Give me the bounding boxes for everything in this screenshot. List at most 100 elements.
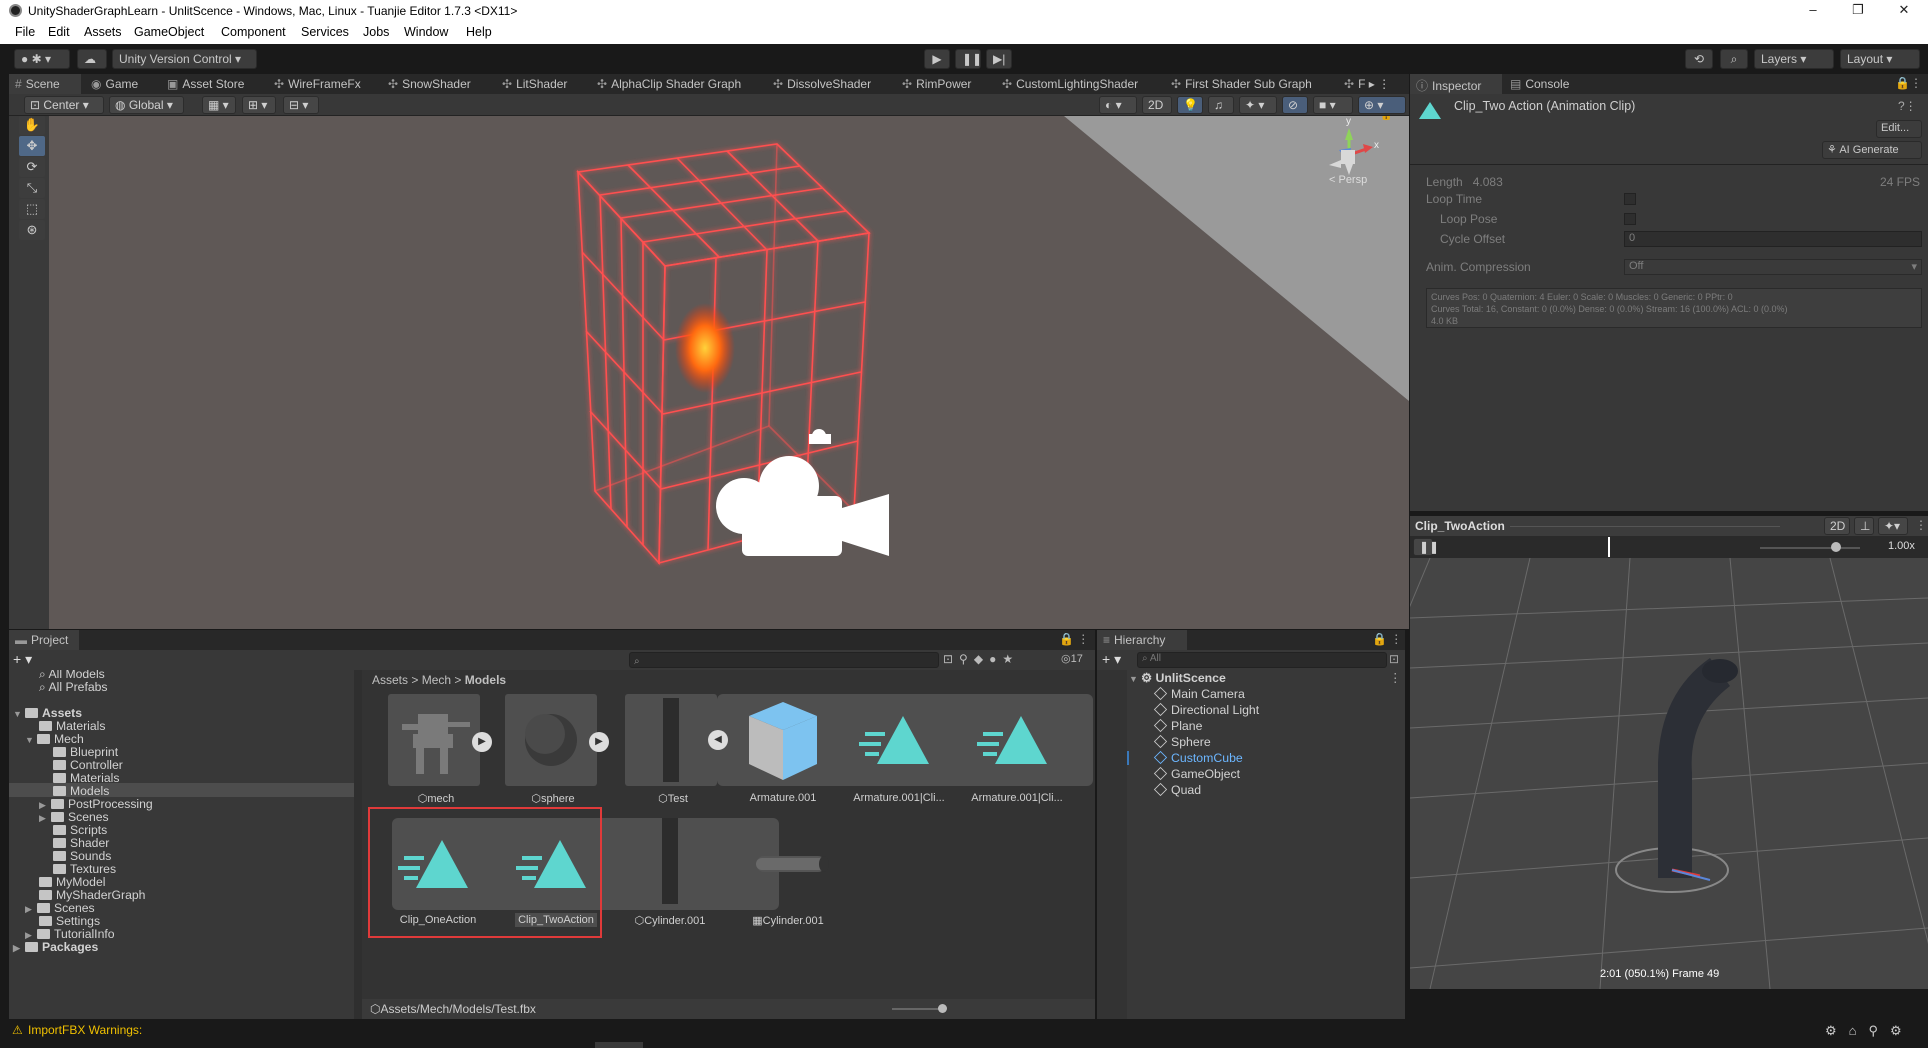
status-warning-text[interactable]: ImportFBX Warnings: [28, 1023, 142, 1037]
inspector-lock-icon[interactable]: 🔒⋮ [1895, 76, 1922, 90]
tree-all-prefabs[interactable]: ⌕ All Prefabs [39, 680, 107, 695]
tab-game[interactable]: ◉ Game [91, 74, 138, 94]
breadcrumb-assets[interactable]: Assets [372, 673, 408, 687]
project-filter-icons[interactable]: ⊡⚲◆●★ [943, 652, 1019, 666]
minimize-button[interactable]: – [1803, 2, 1823, 18]
speed-slider[interactable] [1760, 547, 1860, 549]
menu-services[interactable]: Services [301, 25, 349, 39]
effects-icon[interactable]: ✦ ▾ [1239, 96, 1277, 114]
tree-models[interactable]: Models [53, 784, 109, 798]
asset-armature-clip2[interactable] [971, 694, 1063, 786]
menu-component[interactable]: Component [221, 25, 286, 39]
create-button[interactable]: + ▾ [13, 651, 32, 668]
tree-assets[interactable]: ▼ Assets [13, 706, 82, 720]
tab-wireframefx[interactable]: ✣ WireFrameFx [274, 74, 361, 94]
help-icon[interactable]: ?⋮ [1898, 99, 1917, 113]
tree-sounds[interactable]: Sounds [53, 849, 111, 863]
anim-compression-dropdown[interactable]: Off ▾ [1624, 259, 1922, 275]
hand-tool-icon[interactable]: ✋ [19, 116, 45, 135]
status-icons[interactable]: ⚙⌂⚲⚙ [1825, 1023, 1914, 1039]
tree-tutorialinfo[interactable]: ▶ TutorialInfo [25, 927, 115, 941]
cycle-offset-field[interactable]: 0 [1624, 231, 1922, 247]
tab-rimpower[interactable]: ✣ RimPower [902, 74, 971, 94]
search-icon[interactable]: ⌕ [1720, 49, 1748, 69]
tab-litshader[interactable]: ✣ LitShader [502, 74, 567, 94]
step-button[interactable]: ▶| [986, 49, 1012, 69]
play-button[interactable]: ▶ [924, 49, 950, 69]
menu-help[interactable]: Help [466, 25, 492, 39]
tab-inspector[interactable]: ⓘ Inspector [1410, 74, 1502, 94]
edit-button[interactable]: Edit... [1876, 120, 1922, 138]
tab-alphaclip[interactable]: ✣ AlphaClip Shader Graph [597, 74, 741, 94]
asset-sphere[interactable]: ▶ [505, 694, 609, 786]
scale-tool-icon[interactable]: ⤡ [19, 178, 45, 198]
menu-file[interactable]: File [15, 25, 35, 39]
asset-cylinder-mesh[interactable] [624, 818, 716, 910]
tree-packages[interactable]: ▶ Packages [13, 940, 98, 954]
persp-label[interactable]: < Persp [1329, 174, 1367, 186]
lighting-icon[interactable]: 💡 [1177, 96, 1203, 114]
menu-assets[interactable]: Assets [84, 25, 122, 39]
tree-materials[interactable]: Materials [39, 719, 105, 733]
menu-jobs[interactable]: Jobs [363, 25, 389, 39]
expand-sphere-button[interactable]: ▶ [589, 732, 609, 752]
tab-snowshader[interactable]: ✣ SnowShader [388, 74, 471, 94]
maximize-button[interactable]: ❐ [1848, 2, 1868, 18]
rotate-tool-icon[interactable]: ⟳ [19, 157, 45, 177]
tab-customlighting[interactable]: ✣ CustomLightingShader [1002, 74, 1138, 94]
loop-pose-checkbox[interactable] [1624, 213, 1636, 225]
transform-tool-icon[interactable]: ⊛ [19, 220, 45, 240]
expand-mech-button[interactable]: ▶ [472, 732, 492, 752]
tab-asset-store[interactable]: ▣ Asset Store [167, 74, 244, 94]
hierarchy-item-plane[interactable]: Plane [1153, 718, 1202, 733]
audio-icon[interactable]: ♫ [1208, 96, 1234, 114]
tab-hierarchy[interactable]: ≡ Hierarchy [1097, 630, 1187, 650]
tree-scrollbar[interactable] [354, 670, 362, 1019]
breadcrumb-models[interactable]: Models [465, 673, 506, 687]
tree-mech-scenes[interactable]: ▶ Scenes [39, 810, 109, 824]
preview-menu-icon[interactable]: ⋮ [1915, 518, 1927, 532]
scene-menu-icon[interactable]: ⋮ [1389, 671, 1401, 685]
tab-scene[interactable]: # Scene [9, 74, 81, 94]
space-dropdown[interactable]: ◍ Global ▾ [109, 96, 184, 114]
asset-test[interactable] [625, 694, 717, 786]
icon-size-slider[interactable] [892, 1008, 942, 1010]
close-button[interactable]: ✕ [1894, 2, 1914, 18]
preview-pause-button[interactable]: ❚❚ [1413, 538, 1439, 556]
tree-textures[interactable]: Textures [53, 862, 116, 876]
move-tool-icon[interactable]: ✥ [19, 136, 45, 156]
asset-armature[interactable] [737, 694, 829, 786]
hierarchy-item-gameobject[interactable]: GameObject [1153, 766, 1240, 781]
timeline-scrubber[interactable] [1608, 537, 1610, 557]
layers-dropdown[interactable]: Layers ▾ [1754, 49, 1834, 69]
tab-first-subgraph[interactable]: ✣ First Shader Sub Graph [1171, 74, 1312, 94]
hierarchy-create-button[interactable]: + ▾ [1102, 651, 1121, 668]
tree-blueprint[interactable]: Blueprint [53, 745, 118, 759]
avatar-preview-icon[interactable]: ✦▾ [1878, 517, 1908, 535]
gizmos-dropdown[interactable]: ⊕ ▾ [1358, 96, 1406, 114]
tree-settings[interactable]: Settings [39, 914, 100, 928]
tree-shader[interactable]: Shader [53, 836, 109, 850]
ai-generate-button[interactable]: ⚘ AI Generate [1822, 141, 1922, 159]
preview-viewport[interactable]: 2:01 (050.1%) Frame 49 [1410, 558, 1928, 989]
menu-gameobject[interactable]: GameObject [134, 25, 204, 39]
toggle-2d-button[interactable]: 2D [1142, 96, 1172, 114]
asset-mech[interactable]: ▶ [388, 694, 492, 786]
tab-project[interactable]: ▬ Project [9, 630, 79, 650]
project-lock-icon[interactable]: 🔒 ⋮ [1059, 632, 1089, 646]
tab-overflow[interactable]: ✣ F ▸ ⋮ [1344, 74, 1390, 94]
lock-icon[interactable]: 🔒 [1380, 116, 1392, 121]
pivot-dropdown[interactable]: ⊡ Center ▾ [24, 96, 104, 114]
history-icon[interactable]: ⟲ [1685, 49, 1713, 69]
preview-2d-button[interactable]: 2D [1824, 517, 1850, 535]
breadcrumb-mech[interactable]: Mech [422, 673, 451, 687]
pause-button[interactable]: ❚❚ [955, 49, 982, 69]
menu-window[interactable]: Window [404, 25, 448, 39]
tree-mech[interactable]: ▼ Mech [25, 732, 84, 746]
collapse-test-button[interactable]: ◀ [708, 730, 728, 750]
tree-scenes[interactable]: ▶ Scenes [25, 901, 95, 915]
hierarchy-filter-icon[interactable]: ⊡ [1389, 652, 1399, 666]
asset-armature-clip1[interactable] [853, 694, 945, 786]
tab-dissolveshader[interactable]: ✣ DissolveShader [773, 74, 871, 94]
hierarchy-item-directional-light[interactable]: Directional Light [1153, 702, 1259, 717]
